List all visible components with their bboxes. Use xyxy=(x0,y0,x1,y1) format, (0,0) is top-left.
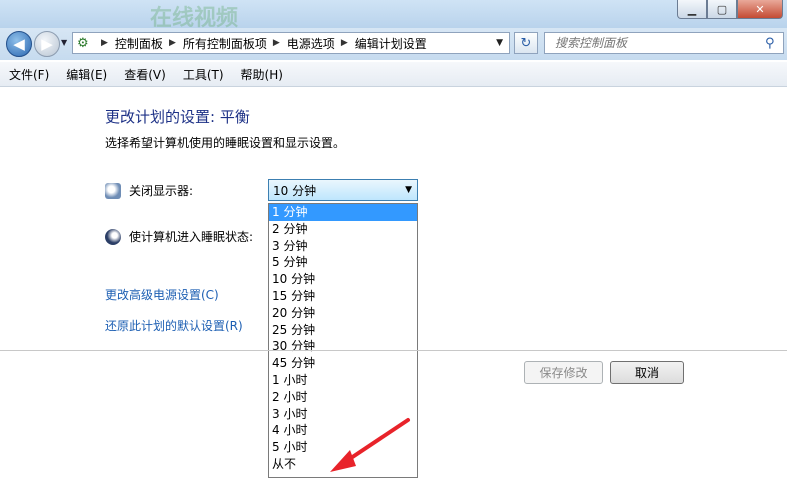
refresh-button[interactable]: ↻ xyxy=(514,32,538,54)
menu-help[interactable]: 帮助(H) xyxy=(232,66,291,83)
display-off-label: 关闭显示器: xyxy=(129,184,194,198)
dropdown-option[interactable]: 从不 xyxy=(269,456,417,473)
sleep-label: 使计算机进入睡眠状态: xyxy=(129,230,254,244)
search-box[interactable]: ⚲ xyxy=(544,32,784,54)
arrow-left-icon: ◀ xyxy=(13,35,25,53)
breadcrumb-edit-plan[interactable]: 编辑计划设置 xyxy=(355,35,427,52)
recent-pages-dropdown[interactable]: ▼ xyxy=(61,38,67,47)
dropdown-option[interactable]: 45 分钟 xyxy=(269,355,417,372)
display-icon xyxy=(105,182,121,199)
refresh-icon: ↻ xyxy=(520,35,532,51)
main-content: 更改计划的设置: 平衡 选择希望计算机使用的睡眠设置和显示设置。 关闭显示器: … xyxy=(0,87,787,493)
dropdown-option[interactable]: 3 小时 xyxy=(269,406,417,423)
search-input[interactable] xyxy=(553,35,765,51)
display-off-row: 关闭显示器: xyxy=(105,182,193,199)
display-off-value: 10 分钟 xyxy=(273,183,317,198)
close-button[interactable]: ✕ xyxy=(737,0,783,19)
control-panel-icon: ⚙ xyxy=(77,35,89,51)
minimize-button[interactable]: ▁ xyxy=(677,0,707,19)
dropdown-option[interactable]: 25 分钟 xyxy=(269,322,417,339)
dropdown-option[interactable]: 1 分钟 xyxy=(269,204,417,221)
dropdown-option[interactable]: 3 分钟 xyxy=(269,238,417,255)
dropdown-option[interactable]: 15 分钟 xyxy=(269,288,417,305)
back-button[interactable]: ◀ xyxy=(6,31,32,57)
dropdown-option[interactable]: 5 小时 xyxy=(269,439,417,456)
advanced-power-settings-link[interactable]: 更改高级电源设置(C) xyxy=(105,286,219,303)
display-off-select[interactable]: 10 分钟 ▼ xyxy=(268,179,418,201)
chevron-right-icon[interactable]: ▶ xyxy=(101,38,108,48)
watermark-logo: 在线视频 xyxy=(150,6,239,31)
dropdown-option[interactable]: 5 分钟 xyxy=(269,254,417,271)
search-icon[interactable]: ⚲ xyxy=(765,36,783,51)
chevron-right-icon[interactable]: ▶ xyxy=(169,38,176,48)
menu-bar: 文件(F) 编辑(E) 查看(V) 工具(T) 帮助(H) xyxy=(0,62,787,87)
breadcrumb-all-items[interactable]: 所有控制面板项 xyxy=(183,35,267,52)
chevron-down-icon: ▼ xyxy=(405,185,412,195)
menu-view[interactable]: 查看(V) xyxy=(115,66,174,83)
breadcrumb-control-panel[interactable]: 控制面板 xyxy=(115,35,163,52)
navigation-bar: ◀ ▶ ▼ ⚙ ▶ 控制面板 ▶ 所有控制面板项 ▶ 电源选项 ▶ 编辑计划设置… xyxy=(0,28,787,60)
dropdown-option[interactable]: 2 分钟 xyxy=(269,221,417,238)
cancel-button[interactable]: 取消 xyxy=(610,361,684,384)
window-controls: ▁ ▢ ✕ xyxy=(677,0,783,19)
forward-button[interactable]: ▶ xyxy=(34,31,60,57)
display-off-dropdown-list: 1 分钟 2 分钟 3 分钟 5 分钟 10 分钟 15 分钟 20 分钟 25 分钟 30 分… xyxy=(268,203,418,478)
chevron-right-icon[interactable]: ▶ xyxy=(341,38,348,48)
arrow-right-icon: ▶ xyxy=(41,35,53,53)
breadcrumb-power-options[interactable]: 电源选项 xyxy=(287,35,335,52)
restore-defaults-link[interactable]: 还原此计划的默认设置(R) xyxy=(105,317,243,334)
address-bar[interactable]: ⚙ ▶ 控制面板 ▶ 所有控制面板项 ▶ 电源选项 ▶ 编辑计划设置 ▼ xyxy=(72,32,510,54)
menu-edit[interactable]: 编辑(E) xyxy=(57,66,115,83)
page-description: 选择希望计算机使用的睡眠设置和显示设置。 xyxy=(105,136,346,150)
menu-tools[interactable]: 工具(T) xyxy=(174,66,232,83)
dropdown-option[interactable]: 4 小时 xyxy=(269,422,417,439)
dropdown-option[interactable]: 20 分钟 xyxy=(269,305,417,322)
chevron-right-icon[interactable]: ▶ xyxy=(273,38,280,48)
save-changes-button[interactable]: 保存修改 xyxy=(524,361,603,384)
title-bar: 在线视频 ▁ ▢ ✕ xyxy=(0,0,787,31)
dropdown-option[interactable]: 2 小时 xyxy=(269,389,417,406)
dropdown-option[interactable]: 30 分钟 xyxy=(269,338,417,355)
dropdown-option[interactable]: 1 小时 xyxy=(269,372,417,389)
chevron-down-icon[interactable]: ▼ xyxy=(496,38,503,48)
maximize-button[interactable]: ▢ xyxy=(707,0,737,19)
sleep-moon-icon xyxy=(105,228,121,245)
divider xyxy=(0,350,787,351)
page-title: 更改计划的设置: 平衡 xyxy=(105,108,250,126)
sleep-row: 使计算机进入睡眠状态: xyxy=(105,228,253,245)
dropdown-option[interactable]: 10 分钟 xyxy=(269,271,417,288)
menu-file[interactable]: 文件(F) xyxy=(0,66,57,83)
